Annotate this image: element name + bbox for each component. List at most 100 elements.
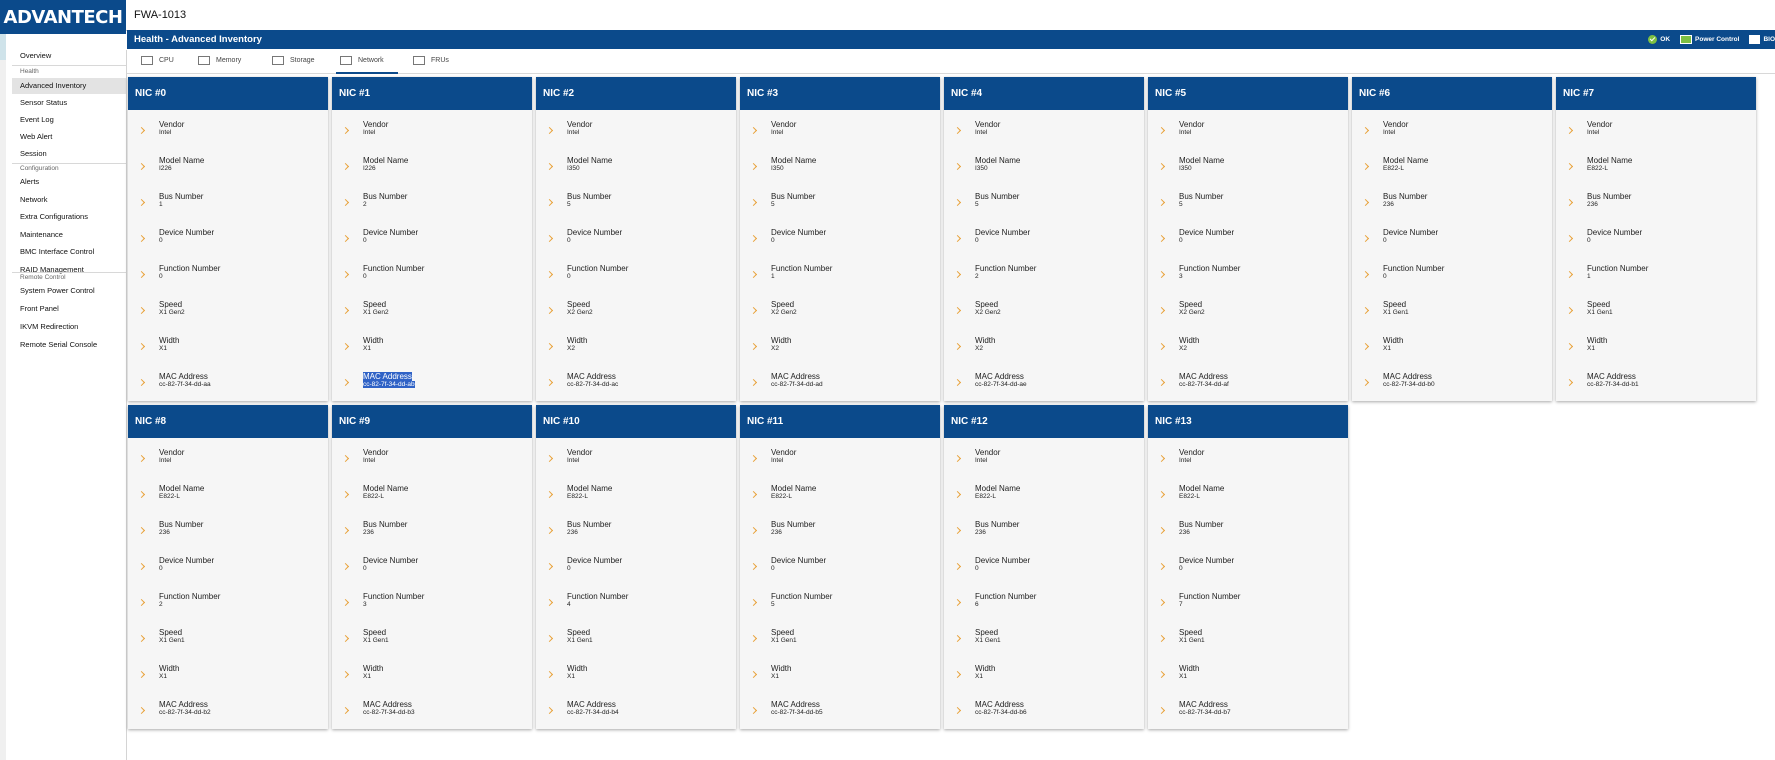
- nic-field-function[interactable]: Function Number 1: [1556, 263, 1756, 297]
- sidebar-item[interactable]: Network: [12, 192, 126, 208]
- nic-field-function[interactable]: Function Number 3: [1148, 263, 1348, 297]
- nic-field-speed[interactable]: Speed X1 Gen2: [332, 299, 532, 333]
- nic-field-model[interactable]: Model Name E822-L: [332, 483, 532, 517]
- nic-field-vendor[interactable]: Vendor Intel: [1148, 447, 1348, 481]
- nic-field-bus[interactable]: Bus Number 236: [944, 519, 1144, 553]
- nic-field-mac[interactable]: MAC Address cc-82-7f-34-dd-af: [1148, 371, 1348, 405]
- nic-field-mac[interactable]: MAC Address cc-82-7f-34-dd-b6: [944, 699, 1144, 733]
- nic-field-speed[interactable]: Speed X1 Gen1: [332, 627, 532, 661]
- nic-field-function[interactable]: Function Number 5: [740, 591, 940, 625]
- nic-field-model[interactable]: Model Name E822-L: [740, 483, 940, 517]
- sidebar-item[interactable]: Event Log: [12, 112, 126, 128]
- header-status-item[interactable]: OK: [1648, 35, 1670, 44]
- nic-field-mac[interactable]: MAC Address cc-82-7f-34-dd-b4: [536, 699, 736, 733]
- nic-field-bus[interactable]: Bus Number 5: [740, 191, 940, 225]
- sidebar-item[interactable]: IKVM Redirection: [12, 319, 126, 335]
- sidebar-item[interactable]: Web Alert: [12, 129, 126, 145]
- nic-field-vendor[interactable]: Vendor Intel: [740, 447, 940, 481]
- nic-field-function[interactable]: Function Number 0: [332, 263, 532, 297]
- tab-storage[interactable]: Storage: [268, 49, 329, 72]
- nic-field-width[interactable]: Width X2: [536, 335, 736, 369]
- nic-field-vendor[interactable]: Vendor Intel: [536, 447, 736, 481]
- nic-field-device[interactable]: Device Number 0: [1556, 227, 1756, 261]
- nic-field-speed[interactable]: Speed X2 Gen2: [536, 299, 736, 333]
- nic-field-device[interactable]: Device Number 0: [1148, 555, 1348, 589]
- sidebar-item[interactable]: Overview: [12, 48, 126, 64]
- nic-field-mac[interactable]: MAC Address cc-82-7f-34-dd-b0: [1352, 371, 1552, 405]
- nic-field-vendor[interactable]: Vendor Intel: [740, 119, 940, 153]
- nic-field-speed[interactable]: Speed X1 Gen1: [944, 627, 1144, 661]
- nic-field-model[interactable]: Model Name I226: [128, 155, 328, 189]
- nic-field-bus[interactable]: Bus Number 236: [128, 519, 328, 553]
- sidebar-item[interactable]: Session: [12, 146, 126, 162]
- nic-field-width[interactable]: Width X2: [740, 335, 940, 369]
- nic-field-width[interactable]: Width X1: [128, 663, 328, 697]
- nic-field-mac[interactable]: MAC Address cc-82-7f-34-dd-ad: [740, 371, 940, 405]
- nic-field-speed[interactable]: Speed X2 Gen2: [944, 299, 1144, 333]
- nic-field-vendor[interactable]: Vendor Intel: [1352, 119, 1552, 153]
- nic-field-model[interactable]: Model Name E822-L: [1352, 155, 1552, 189]
- nic-field-vendor[interactable]: Vendor Intel: [332, 119, 532, 153]
- nic-field-speed[interactable]: Speed X1 Gen1: [740, 627, 940, 661]
- nic-field-function[interactable]: Function Number 0: [1352, 263, 1552, 297]
- nic-field-width[interactable]: Width X2: [944, 335, 1144, 369]
- nic-field-width[interactable]: Width X2: [1148, 335, 1348, 369]
- nic-field-model[interactable]: Model Name I226: [332, 155, 532, 189]
- header-status-item[interactable]: BIO: [1749, 35, 1775, 44]
- nic-field-device[interactable]: Device Number 0: [128, 227, 328, 261]
- nic-field-width[interactable]: Width X1: [128, 335, 328, 369]
- nic-field-speed[interactable]: Speed X2 Gen2: [1148, 299, 1348, 333]
- nic-field-vendor[interactable]: Vendor Intel: [1148, 119, 1348, 153]
- nic-field-mac[interactable]: MAC Address cc-82-7f-34-dd-aa: [128, 371, 328, 405]
- nic-field-mac[interactable]: MAC Address cc-82-7f-34-dd-b3: [332, 699, 532, 733]
- nic-field-function[interactable]: Function Number 6: [944, 591, 1144, 625]
- nic-field-vendor[interactable]: Vendor Intel: [536, 119, 736, 153]
- nic-field-width[interactable]: Width X1: [332, 663, 532, 697]
- nic-field-function[interactable]: Function Number 1: [740, 263, 940, 297]
- sidebar-item[interactable]: Advanced Inventory: [12, 78, 126, 94]
- nic-field-vendor[interactable]: Vendor Intel: [944, 447, 1144, 481]
- tab-memory[interactable]: Memory: [194, 49, 255, 72]
- sidebar-item[interactable]: Maintenance: [12, 227, 126, 243]
- nic-field-device[interactable]: Device Number 0: [536, 555, 736, 589]
- nic-field-device[interactable]: Device Number 0: [332, 555, 532, 589]
- sidebar-item[interactable]: Front Panel: [12, 301, 126, 317]
- nic-field-model[interactable]: Model Name E822-L: [536, 483, 736, 517]
- nic-field-model[interactable]: Model Name E822-L: [1148, 483, 1348, 517]
- nic-field-bus[interactable]: Bus Number 236: [1352, 191, 1552, 225]
- nic-field-model[interactable]: Model Name I350: [536, 155, 736, 189]
- nic-field-speed[interactable]: Speed X1 Gen1: [1148, 627, 1348, 661]
- nic-field-mac[interactable]: MAC Address cc-82-7f-34-dd-ab: [332, 371, 532, 405]
- nic-field-function[interactable]: Function Number 7: [1148, 591, 1348, 625]
- nic-field-vendor[interactable]: Vendor Intel: [1556, 119, 1756, 153]
- nic-field-device[interactable]: Device Number 0: [944, 227, 1144, 261]
- nic-field-bus[interactable]: Bus Number 236: [332, 519, 532, 553]
- nic-field-vendor[interactable]: Vendor Intel: [128, 119, 328, 153]
- nic-field-function[interactable]: Function Number 3: [332, 591, 532, 625]
- nic-field-vendor[interactable]: Vendor Intel: [944, 119, 1144, 153]
- nic-field-width[interactable]: Width X1: [1148, 663, 1348, 697]
- nic-field-model[interactable]: Model Name E822-L: [944, 483, 1144, 517]
- nic-field-bus[interactable]: Bus Number 5: [1148, 191, 1348, 225]
- sidebar-item[interactable]: Remote Serial Console: [12, 337, 126, 353]
- sidebar-item[interactable]: Extra Configurations: [12, 209, 126, 225]
- nic-field-function[interactable]: Function Number 2: [944, 263, 1144, 297]
- nic-field-function[interactable]: Function Number 0: [128, 263, 328, 297]
- nic-field-bus[interactable]: Bus Number 236: [1148, 519, 1348, 553]
- nic-field-speed[interactable]: Speed X1 Gen1: [128, 627, 328, 661]
- nic-field-model[interactable]: Model Name E822-L: [1556, 155, 1756, 189]
- nic-field-width[interactable]: Width X1: [740, 663, 940, 697]
- nic-field-device[interactable]: Device Number 0: [740, 555, 940, 589]
- nic-field-device[interactable]: Device Number 0: [1148, 227, 1348, 261]
- nic-field-device[interactable]: Device Number 0: [128, 555, 328, 589]
- nic-field-model[interactable]: Model Name I350: [1148, 155, 1348, 189]
- nic-field-width[interactable]: Width X1: [536, 663, 736, 697]
- nic-field-width[interactable]: Width X1: [1556, 335, 1756, 369]
- tab-network[interactable]: Network: [336, 49, 398, 74]
- nic-field-bus[interactable]: Bus Number 236: [536, 519, 736, 553]
- nic-field-device[interactable]: Device Number 0: [1352, 227, 1552, 261]
- nic-field-speed[interactable]: Speed X1 Gen1: [1352, 299, 1552, 333]
- nic-field-mac[interactable]: MAC Address cc-82-7f-34-dd-b2: [128, 699, 328, 733]
- advantech-logo[interactable]: ADVANTECH: [0, 0, 126, 34]
- nic-field-device[interactable]: Device Number 0: [944, 555, 1144, 589]
